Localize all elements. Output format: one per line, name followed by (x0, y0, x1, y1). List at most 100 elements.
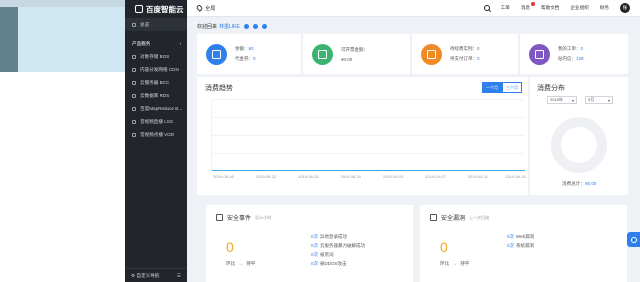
stat-line: 待支付订单：0 (450, 56, 480, 61)
grid-menu-icon[interactable]: ☰ (177, 273, 181, 279)
year-select[interactable]: 2019年 ▾ (547, 96, 577, 104)
header-link-ticket[interactable]: 工单 (501, 5, 510, 11)
sidebar-item-rds[interactable]: 云数据库 RDS (125, 89, 187, 102)
stat-card-balance[interactable]: 余额：¥0 代金券：0 (197, 34, 301, 74)
sidebar-item-vod[interactable]: 音视频点播 VOD (125, 128, 187, 141)
header-link-help[interactable]: 帮助文档 (541, 5, 559, 11)
chevron-down-icon: ▾ (571, 97, 574, 103)
security-vulns-subtitle: 上一次扫描 (469, 214, 490, 220)
vip-icon[interactable] (252, 23, 258, 29)
list-item[interactable]: 0次 被黑词 (311, 250, 365, 259)
security-events-panel: 安全事件 近24小时 0 环比 → 持平 0次 异地登录成功 0次 云服务器暴力破解… (206, 205, 413, 282)
distribution-panel: 消费分布 2019年 ▾ 9月 ▾ (530, 77, 628, 195)
distribution-total: 消费总计：¥0.00 (562, 181, 597, 186)
vod-icon (132, 132, 136, 137)
trend-series-line (212, 169, 525, 171)
headset-icon (630, 236, 637, 243)
background-preview-pane (0, 0, 125, 72)
sidebar-nav: 总览 产品服务 › 对象存储 BOS 内容分发网络 CDN 云服务器 BCC 云… (125, 18, 187, 141)
stat-card-tickets[interactable]: 我的工单：0 站内信：128 (520, 34, 628, 74)
header-link-finance[interactable]: 财务 (600, 5, 609, 11)
security-vulns-panel: 安全漏洞 上一次扫描 0 环比 → 持平 0次 Web漏洞 0次 系统漏洞 (420, 205, 627, 282)
security-events-list: 0次 异地登录成功 0次 云服务器暴力破解成功 0次 被黑词 0次 被DDOS攻击 (311, 232, 365, 268)
security-vulns-ring: 环比 → 持平 (440, 261, 470, 267)
distribution-title: 消费分布 (537, 85, 565, 92)
list-item[interactable]: 0次 被DDOS攻击 (311, 259, 365, 268)
trend-range-tabs: 一个月 三个月 (482, 82, 522, 93)
trend-title: 消费趋势 (205, 85, 233, 92)
live-icon (132, 119, 136, 124)
security-events-subtitle: 近24小时 (255, 214, 272, 220)
x-tick-label: 2019-09-07 (425, 174, 446, 179)
unread-badge (531, 2, 536, 6)
mapreduce-icon (132, 106, 136, 111)
region-selector[interactable]: 全局 (195, 4, 215, 12)
verified-icon[interactable] (243, 23, 249, 29)
database-icon (132, 93, 136, 98)
list-item[interactable]: 0次 Web漏洞 (507, 232, 534, 241)
x-tick-label: 2019-08-30 (340, 174, 361, 179)
overview-icon (132, 22, 136, 27)
stat-line: 我的工单：0 (558, 46, 584, 51)
welcome-line: 欢迎回来 林墨LIKE (197, 21, 267, 31)
sidebar-section-products[interactable]: 产品服务 › (125, 37, 187, 50)
security-events-ring: 环比 → 持平 (226, 261, 256, 267)
trend-plot-area (211, 99, 525, 171)
custom-nav-label: 自定义导航 (136, 272, 160, 278)
sidebar-item-label: 云服务器 BCC (140, 79, 170, 85)
messages-label: 消息 (520, 5, 531, 10)
sidebar-item-label: 内容分发网络 CDN (140, 66, 179, 72)
stat-line: 代金券：0 (235, 56, 256, 61)
search-icon[interactable] (483, 5, 490, 11)
location-pin-icon (195, 4, 204, 12)
brand-logo[interactable]: 百度智能云 (125, 0, 187, 18)
list-item[interactable]: 0次 异地登录成功 (311, 232, 365, 241)
header-link-messages[interactable]: 消息 (520, 2, 536, 11)
x-tick-label: 2019-09-11 (467, 174, 488, 179)
sidebar-item-lss[interactable]: 音视频直播 LSS (125, 115, 187, 128)
stat-line: 余额：¥0 (235, 46, 254, 51)
list-item[interactable]: 0次 系统漏洞 (507, 241, 534, 250)
sidebar-item-overview[interactable]: 总览 (125, 18, 187, 31)
sidebar-item-label: 总览 (140, 21, 150, 27)
sidebar-item-bcc[interactable]: 云服务器 BCC (125, 76, 187, 89)
ticket-icon (529, 43, 550, 65)
floating-help-button[interactable] (627, 232, 640, 247)
sidebar-item-label: 音视频点播 VOD (140, 131, 175, 137)
security-events-title: 安全事件 (227, 216, 252, 222)
security-icon[interactable] (261, 23, 267, 29)
sidebar-section-label: 产品服务 (132, 40, 151, 46)
month-select[interactable]: 9月 ▾ (585, 96, 613, 104)
security-vulns-header: 安全漏洞 上一次扫描 (430, 213, 489, 222)
stat-card-invoice[interactable]: 可开票金额： ¥0.00 (303, 34, 410, 74)
sidebar-item-bmr[interactable]: 百度MapReduce B... (125, 102, 187, 115)
stat-card-orders[interactable]: 待续费实例：0 待支付订单：0 (412, 34, 518, 74)
stat-line: 站内信：128 (558, 56, 584, 61)
custom-nav-button[interactable]: ⚙ 自定义导航 (131, 273, 159, 279)
welcome-username[interactable]: 林墨LIKE (219, 23, 240, 30)
distribution-donut (551, 117, 607, 173)
avatar[interactable]: 账 (620, 3, 630, 13)
preview-side-strip (0, 7, 18, 72)
chevron-right-icon: › (179, 41, 181, 46)
security-vulns-count: 0 (440, 239, 448, 255)
security-events-count: 0 (226, 239, 234, 255)
x-tick-label: 2019-08-28 (298, 174, 319, 179)
header-link-org[interactable]: 企业组织 (570, 5, 588, 11)
x-tick-label: 2019-09-15 (505, 174, 526, 179)
arrow-right-icon: → (452, 261, 458, 267)
tab-one-month[interactable]: 一个月 (482, 82, 502, 93)
storage-icon (132, 54, 136, 59)
tab-three-months[interactable]: 三个月 (502, 82, 522, 93)
header-actions: 工单 消息 帮助文档 企业组织 财务 账 (483, 2, 640, 13)
sidebar-item-label: 云数据库 RDS (140, 92, 170, 98)
arrow-right-icon: → (238, 261, 244, 267)
stat-line: 可开票金额： (341, 46, 368, 52)
security-vulns-title: 安全漏洞 (441, 216, 466, 222)
stat-line: 待续费实例：0 (450, 46, 480, 51)
list-item[interactable]: 0次 云服务器暴力破解成功 (311, 241, 365, 250)
sidebar-item-bos[interactable]: 对象存储 BOS (125, 50, 187, 63)
sidebar-footer: ⚙ 自定义导航 ☰ (125, 268, 187, 282)
year-value: 2019年 (550, 97, 563, 102)
sidebar-item-cdn[interactable]: 内容分发网络 CDN (125, 63, 187, 76)
